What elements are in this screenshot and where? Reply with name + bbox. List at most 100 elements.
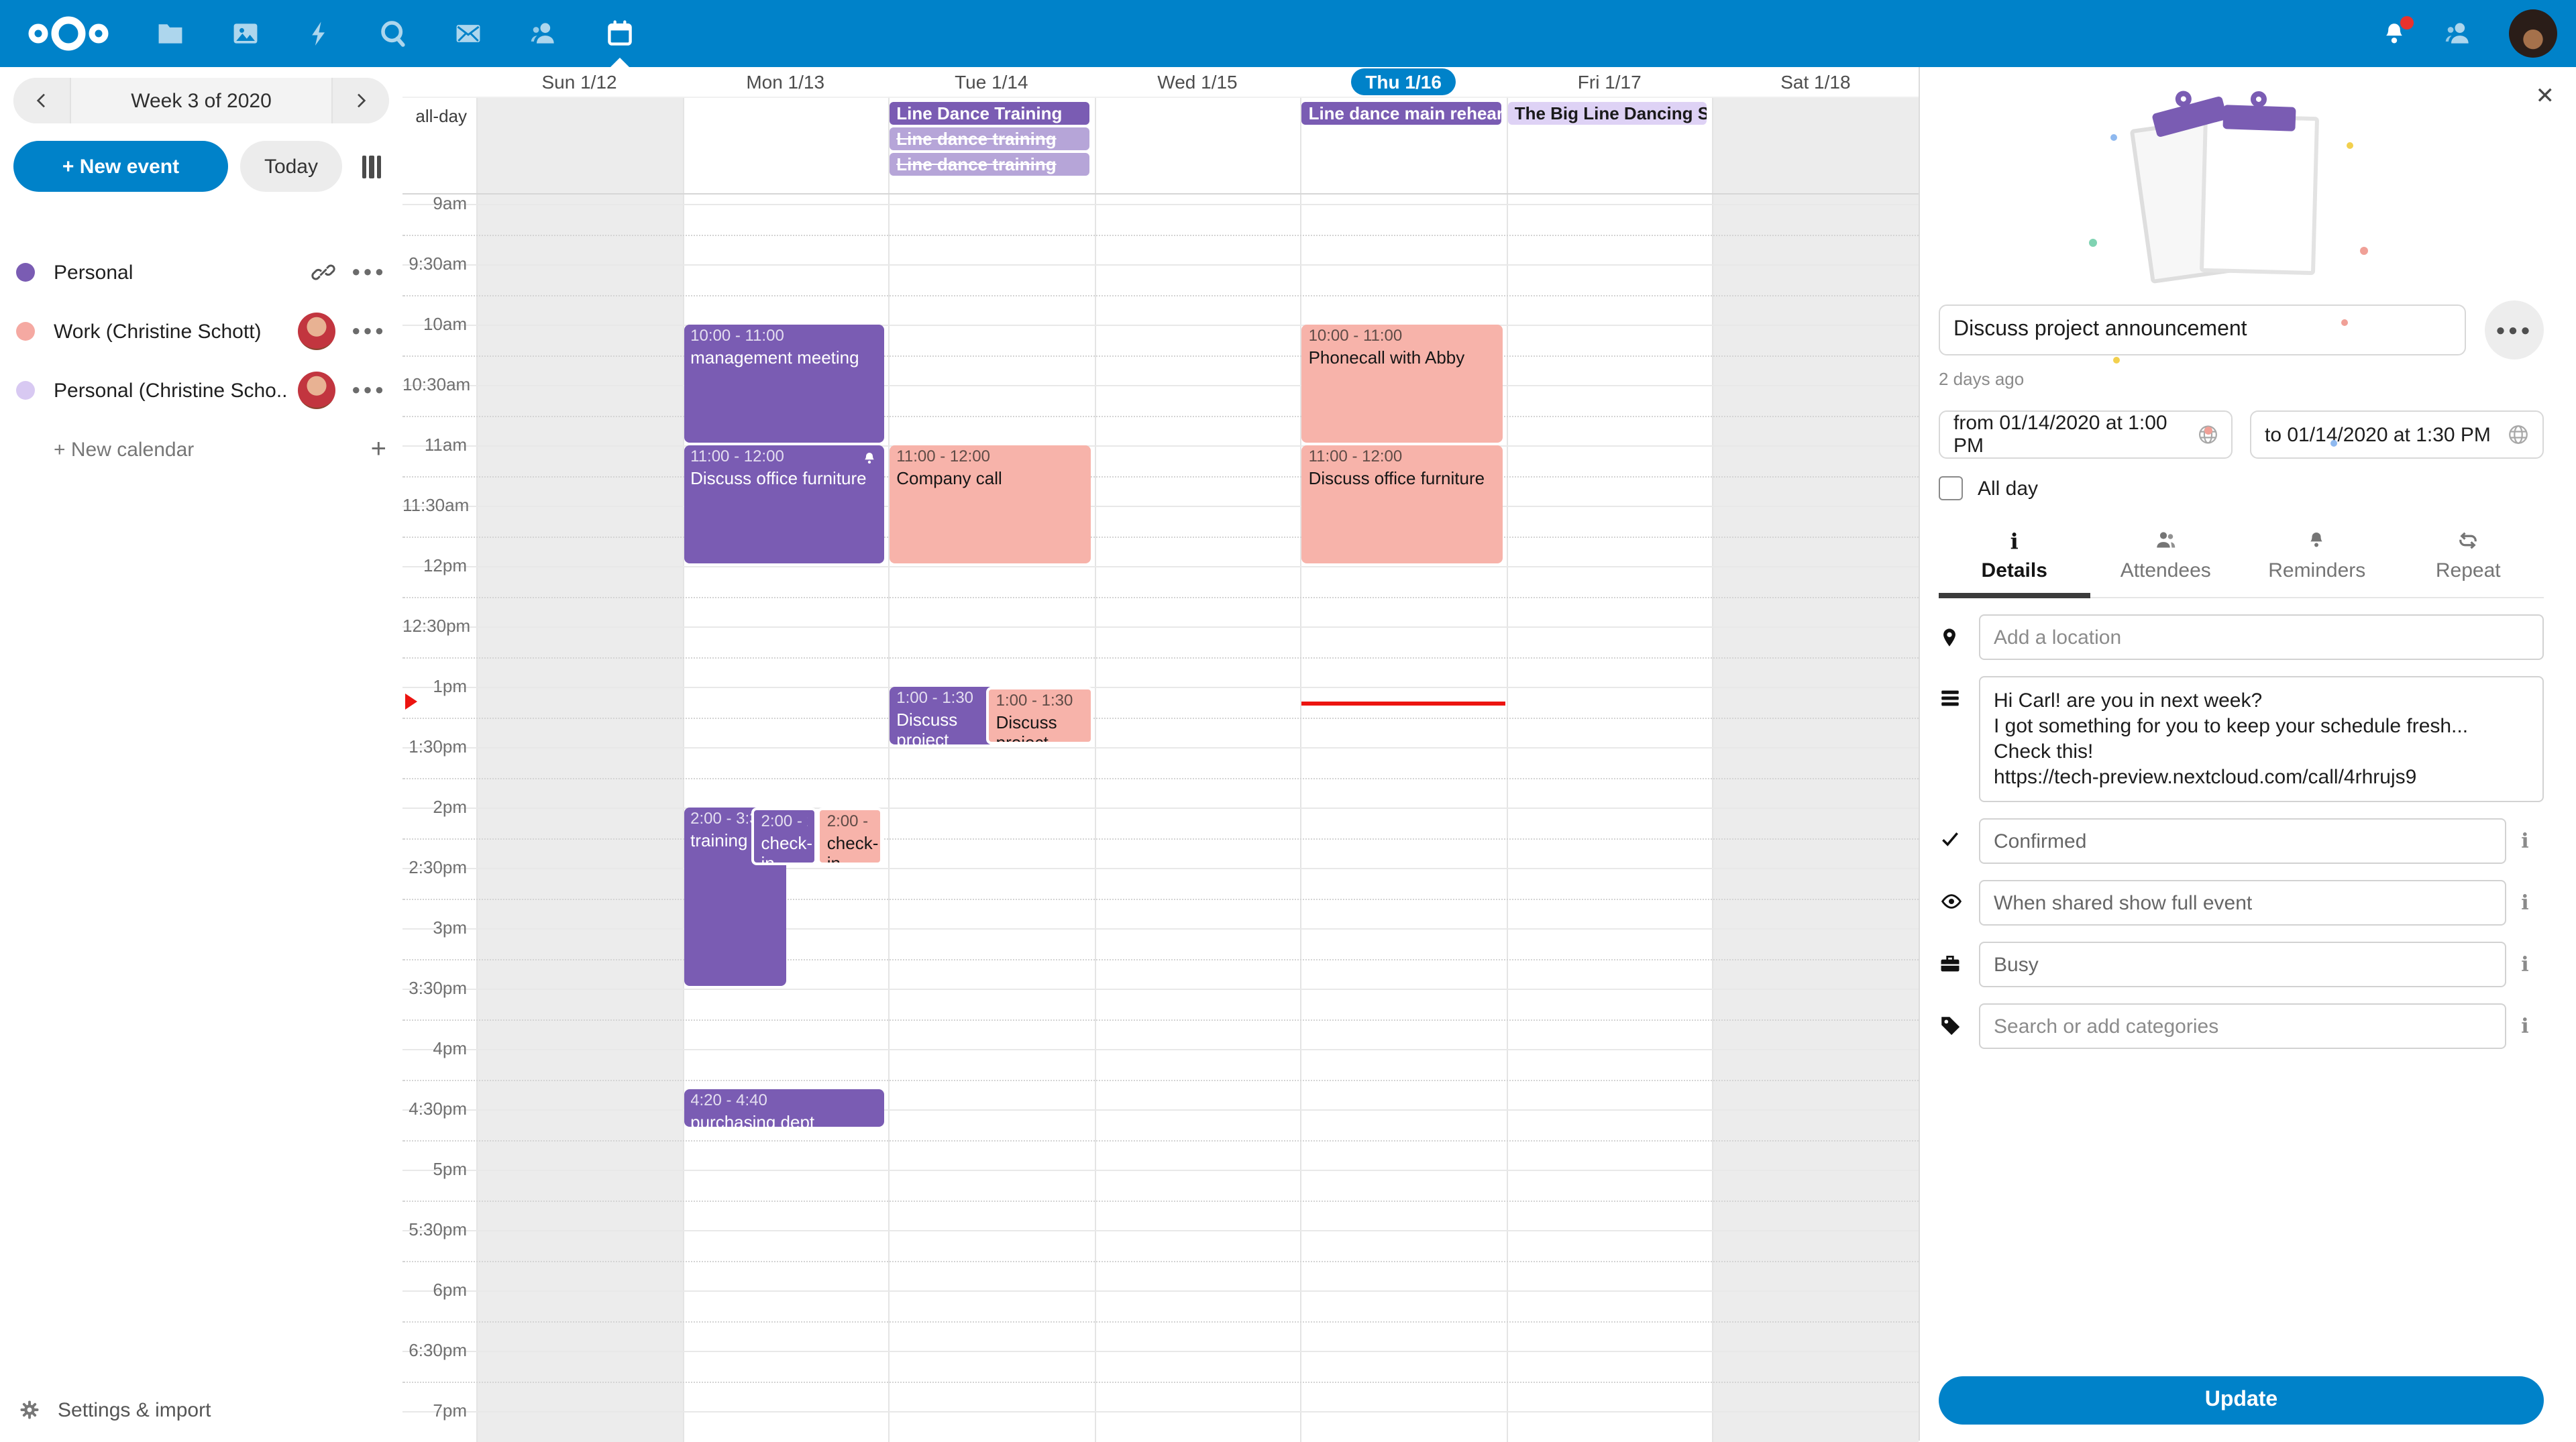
slot-line-minor [402, 838, 1919, 839]
visibility-select[interactable]: When shared show full event [1979, 880, 2506, 926]
contacts-menu-icon[interactable] [2443, 19, 2474, 48]
new-event-button[interactable]: + New event [13, 141, 228, 192]
allday-event[interactable]: Line dance training [890, 153, 1089, 176]
slot-line-minor [402, 898, 1919, 899]
day-column[interactable] [476, 98, 682, 193]
day-column[interactable] [1094, 195, 1300, 1442]
event[interactable]: 1:00 - 1:30Discuss project [987, 687, 1093, 744]
nextcloud-logo[interactable] [27, 13, 110, 54]
day-column[interactable] [476, 195, 682, 1442]
slot-line [402, 1109, 1919, 1111]
calendar-menu-icon[interactable]: ●●● [352, 264, 386, 280]
slot-line [402, 445, 1919, 447]
tab-attendees[interactable]: Attendees [2090, 520, 2242, 597]
tab-reminders[interactable]: Reminders [2241, 520, 2393, 597]
event-actions-menu-icon[interactable]: ●●● [2485, 300, 2544, 359]
talk-icon[interactable] [378, 0, 408, 67]
availability-select[interactable]: Busy [1979, 942, 2506, 987]
event-time: 2:00 - 2:30 [827, 813, 873, 832]
slot-line-minor [402, 1019, 1919, 1020]
settings-import[interactable]: Settings & import [0, 1379, 402, 1441]
calendar-item-personal[interactable]: Personal ●●● [0, 243, 402, 302]
slot-line-minor [402, 234, 1919, 235]
location-input[interactable] [1979, 614, 2544, 660]
calendar-menu-icon[interactable]: ●●● [352, 382, 386, 398]
event-end-input[interactable]: to 01/14/2020 at 1:30 PM [2250, 410, 2544, 459]
calendar-menu-icon[interactable]: ●●● [352, 323, 386, 339]
time-label: 10:30am [402, 374, 467, 394]
allday-event[interactable]: Line dance main rehearsal [1302, 102, 1501, 125]
day-column[interactable] [682, 98, 888, 193]
notifications-bell-icon[interactable] [2380, 0, 2408, 67]
slot-line [402, 626, 1919, 628]
event[interactable]: 10:00 - 11:00management meeting [684, 325, 884, 443]
day-header-label: Tue 1/14 [955, 71, 1028, 93]
day-header-label: Sun 1/12 [542, 71, 617, 93]
slot-line [402, 1230, 1919, 1231]
day-header: Tue 1/14 [888, 67, 1094, 97]
photos-icon[interactable] [231, 0, 260, 67]
tab-repeat[interactable]: Repeat [2393, 520, 2544, 597]
plus-icon[interactable]: + [371, 436, 386, 463]
day-header-label: Wed 1/15 [1157, 71, 1237, 93]
status-select[interactable]: Confirmed [1979, 818, 2506, 864]
allday-event[interactable]: Line Dance Training [890, 102, 1089, 125]
next-week-button[interactable] [333, 78, 389, 123]
event[interactable]: 2:00 - 2:30check-in [752, 808, 817, 865]
info-icon[interactable]: i [2506, 942, 2544, 977]
share-link-icon[interactable] [311, 260, 335, 284]
checkbox-unchecked[interactable] [1939, 476, 1963, 500]
categories-input[interactable] [1979, 1003, 2506, 1049]
time-grid: 9am9:30am10am10:30am11am11:30am12pm12:30… [402, 195, 1919, 1442]
files-icon[interactable] [156, 0, 185, 67]
week-label[interactable]: Week 3 of 2020 [70, 78, 333, 123]
day-column[interactable] [888, 195, 1094, 1442]
event-time: 11:00 - 12:00 [690, 448, 877, 467]
info-icon[interactable]: i [2506, 1003, 2544, 1038]
shared-by-avatar [298, 313, 335, 350]
mail-icon[interactable] [453, 0, 483, 67]
slot-line-minor [402, 476, 1919, 477]
contacts-icon[interactable] [529, 0, 559, 67]
description-textarea[interactable]: Hi Carl! are you in next week? I got som… [1979, 676, 2544, 802]
tab-details[interactable]: i Details [1939, 520, 2090, 597]
today-button[interactable]: Today [240, 141, 342, 192]
slot-line-minor [402, 536, 1919, 537]
new-calendar-item[interactable]: + New calendar + [0, 420, 402, 479]
allday-event[interactable]: The Big Line Dancing Show [1508, 102, 1707, 125]
day-column[interactable] [1094, 98, 1300, 193]
all-day-checkbox[interactable]: All day [1939, 476, 2544, 500]
activity-icon[interactable] [306, 0, 333, 67]
view-mode-icon[interactable] [354, 141, 389, 192]
allday-event[interactable]: Line dance training [890, 127, 1089, 150]
event[interactable]: 4:20 - 4:40purchasing dept [684, 1089, 884, 1127]
day-column[interactable] [1507, 195, 1713, 1442]
user-avatar[interactable] [2509, 9, 2557, 58]
event[interactable]: 1:00 - 1:30Discuss project announcement [890, 687, 994, 744]
event-start-input[interactable]: from 01/14/2020 at 1:00 PM [1939, 410, 2233, 459]
calendar-item-work-christine[interactable]: Work (Christine Schott) ●●● [0, 302, 402, 361]
all-day-row: all-day Line Dance TrainingLine dance tr… [402, 97, 1919, 195]
calendar-item-personal-christine[interactable]: Personal (Christine Scho... ●●● [0, 361, 402, 420]
nextcloud-calendar-app: Week 3 of 2020 + New event Today Persona… [0, 0, 2576, 1441]
day-column[interactable] [1713, 98, 1919, 193]
status-check-icon [1939, 818, 1979, 849]
day-header: Wed 1/15 [1094, 67, 1300, 97]
calendar-icon[interactable] [605, 0, 635, 67]
event[interactable]: 11:00 - 12:00Company call [890, 445, 1090, 563]
update-button[interactable]: Update [1939, 1376, 2544, 1425]
slot-line-minor [402, 1200, 1919, 1201]
event[interactable]: 11:00 - 12:00Discuss office furniture [684, 445, 884, 563]
event[interactable]: 10:00 - 11:00Phonecall with Abby [1302, 325, 1503, 443]
event-title-input[interactable] [1939, 304, 2466, 355]
day-header-label: Fri 1/17 [1578, 71, 1642, 93]
slot-line [402, 747, 1919, 748]
info-icon[interactable]: i [2506, 818, 2544, 853]
info-icon[interactable]: i [2506, 880, 2544, 915]
event[interactable]: 2:00 - 2:30check-in [818, 808, 883, 865]
time-label: 6pm [402, 1280, 467, 1300]
day-column[interactable] [1713, 195, 1919, 1442]
day-header-label: Mon 1/13 [746, 71, 824, 93]
previous-week-button[interactable] [13, 78, 70, 123]
event[interactable]: 11:00 - 12:00Discuss office furniture [1302, 445, 1503, 563]
